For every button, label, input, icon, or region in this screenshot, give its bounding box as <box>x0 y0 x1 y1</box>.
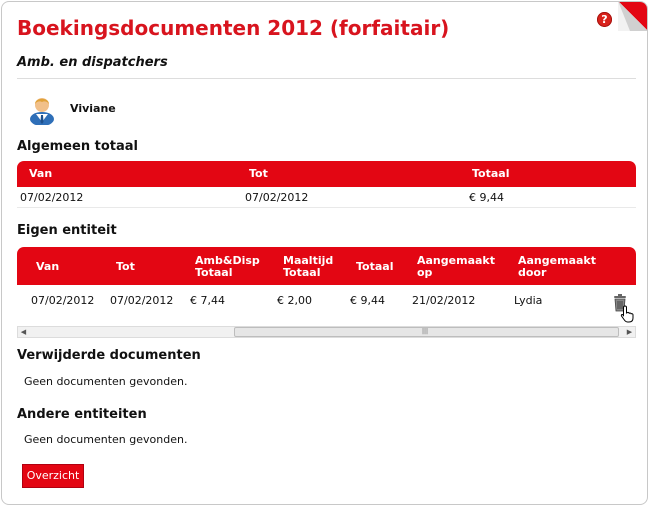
section-title-eigen: Eigen entiteit <box>17 223 117 238</box>
divider <box>17 78 636 79</box>
page-title: Boekingsdocumenten 2012 (forfaitair) <box>17 16 450 40</box>
overzicht-button[interactable]: Overzicht <box>22 464 84 488</box>
section-title-algemeen: Algemeen totaal <box>17 139 138 154</box>
cell-aangemaakt-door: Lydia <box>514 294 543 307</box>
col-van: Van <box>36 260 60 273</box>
section-title-andere: Andere entiteiten <box>17 407 147 422</box>
cell-totaal: € 9,44 <box>469 191 504 204</box>
page-corner-icon <box>618 2 647 31</box>
col-van: Van <box>29 167 53 180</box>
user-avatar-icon <box>30 98 54 125</box>
help-icon[interactable]: ? <box>597 12 612 27</box>
cell-totaal: € 9,44 <box>350 294 385 307</box>
pointer-hand-icon <box>620 305 634 323</box>
section-title-verwijderde: Verwijderde documenten <box>17 348 201 363</box>
cell-tot: 07/02/2012 <box>110 294 174 307</box>
cell-maaltijd-totaal: € 2,00 <box>277 294 312 307</box>
horizontal-scrollbar[interactable]: ◀ ||| ▶ <box>17 326 636 338</box>
col-totaal: Totaal <box>472 167 510 180</box>
user-name: Viviane <box>70 102 116 115</box>
col-totaal: Totaal <box>356 260 394 273</box>
cell-ambdisp-totaal: € 7,44 <box>190 294 225 307</box>
scroll-thumb[interactable]: ||| <box>234 327 619 337</box>
empty-message-verwijderde: Geen documenten gevonden. <box>24 375 188 388</box>
col-tot: Tot <box>249 167 268 180</box>
empty-message-andere: Geen documenten gevonden. <box>24 433 188 446</box>
cell-van: 07/02/2012 <box>31 294 95 307</box>
cell-van: 07/02/2012 <box>20 191 84 204</box>
scroll-left-icon[interactable]: ◀ <box>18 327 29 337</box>
table-row: 07/02/2012 07/02/2012 € 9,44 <box>17 187 636 208</box>
cell-tot: 07/02/2012 <box>245 191 309 204</box>
table-header-eigen: Van Tot Amb&Disp Totaal Maaltijd Totaal To… <box>17 247 636 285</box>
col-aangemaakt-op: Aangemaakt op <box>417 254 495 279</box>
cell-aangemaakt-op: 21/02/2012 <box>412 294 476 307</box>
table-row: 07/02/2012 07/02/2012 € 7,44 € 2,00 € 9,… <box>17 285 636 325</box>
scroll-right-icon[interactable]: ▶ <box>624 327 635 337</box>
document-panel: ? Boekingsdocumenten 2012 (forfaitair) A… <box>1 1 648 505</box>
table-header-algemeen: Van Tot Totaal <box>17 161 636 187</box>
col-aangemaakt-door: Aangemaakt door <box>518 254 596 279</box>
col-tot: Tot <box>116 260 135 273</box>
col-maaltijd: Maaltijd Totaal <box>283 254 334 279</box>
col-ambdisp: Amb&Disp Totaal <box>195 254 260 279</box>
page-subtitle: Amb. en dispatchers <box>17 55 168 70</box>
